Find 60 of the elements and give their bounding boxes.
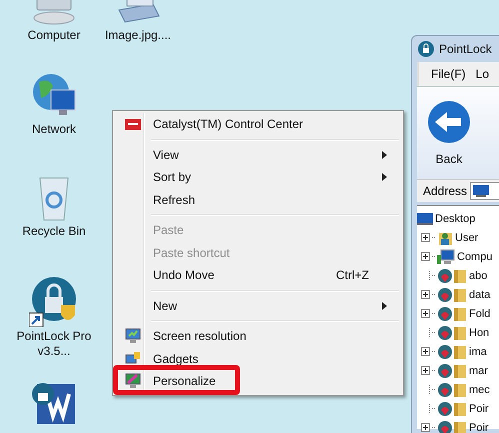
tree-item[interactable]: mec [469,384,490,396]
tree-item[interactable]: Desktop [435,212,476,224]
menu-item[interactable]: Screen resolution [115,325,401,348]
padlock-shield-icon[interactable] [29,275,79,327]
desktop-icon-label[interactable]: Recycle Bin [14,224,94,239]
monitor-icon [125,328,141,344]
desktop-icon-label[interactable]: Computer [14,28,94,43]
tree-item[interactable]: User [455,232,478,244]
tree-item[interactable]: Hon [469,326,490,338]
menu-item[interactable]: Personalize [115,370,401,392]
window-title: PointLock [439,42,492,56]
padlock-icon [418,41,434,57]
menu-item[interactable]: New [115,294,401,317]
tree-item[interactable]: Poir [469,422,489,433]
monitor-paint-icon [125,373,141,390]
submenu-arrow-icon [382,302,387,310]
locked-folder-icon [437,286,467,302]
monitor-icon [417,212,433,224]
locked-folder-icon [437,400,467,416]
expand-plus-icon[interactable] [421,347,430,356]
menu-item[interactable]: View [115,144,401,166]
menu-item[interactable]: Gadgets [115,348,401,370]
back-button[interactable]: Back [421,96,477,170]
desktop-icon-label[interactable]: Network [14,122,94,137]
submenu-arrow-icon [382,173,387,182]
computer-icon [437,248,455,264]
menu-item[interactable]: Catalyst(TM) Control Center [115,113,401,136]
locked-folder-icon [437,306,467,322]
menu-bar-item[interactable]: File(F) [431,67,466,81]
expand-plus-icon[interactable] [421,423,430,432]
address-label: Address [423,184,468,198]
menu-item[interactable]: Undo Move Ctrl+Z [115,264,401,286]
locked-folder-icon [437,344,467,360]
tree-item[interactable]: ima [469,346,487,358]
shortcut-text: Ctrl+Z [336,268,369,282]
tree-item[interactable]: Compu [457,250,492,262]
tree-item[interactable]: data [469,288,490,300]
locked-folder-icon [437,324,467,340]
submenu-arrow-icon [382,150,387,159]
tree-item[interactable]: mar [469,364,488,376]
expand-plus-icon[interactable] [421,252,430,261]
tree-item[interactable]: Fold [469,308,490,320]
locked-folder-icon [437,382,467,398]
desktop-icon-label[interactable]: Image.jpg.... [98,28,178,43]
tree-item[interactable]: abo [469,270,488,282]
menu-item[interactable]: Refresh [115,188,401,211]
address-field[interactable] [470,182,499,200]
expand-plus-icon[interactable] [421,366,430,375]
monitor-icon [473,185,490,197]
expand-plus-icon[interactable] [421,309,430,318]
locked-folder-icon [437,420,467,433]
locked-folder-icon [437,362,467,378]
locked-folder-icon [437,268,467,284]
menu-item[interactable]: Sort by [115,166,401,188]
expand-plus-icon[interactable] [421,233,430,242]
tree-item[interactable]: Poir [469,402,489,414]
menu-bar-item[interactable]: Lo [476,67,490,81]
locked-document-icon[interactable] [31,380,77,424]
expand-plus-icon[interactable] [421,290,430,299]
desktop-icon-label[interactable]: PointLock Pro v3.5... [14,329,94,359]
